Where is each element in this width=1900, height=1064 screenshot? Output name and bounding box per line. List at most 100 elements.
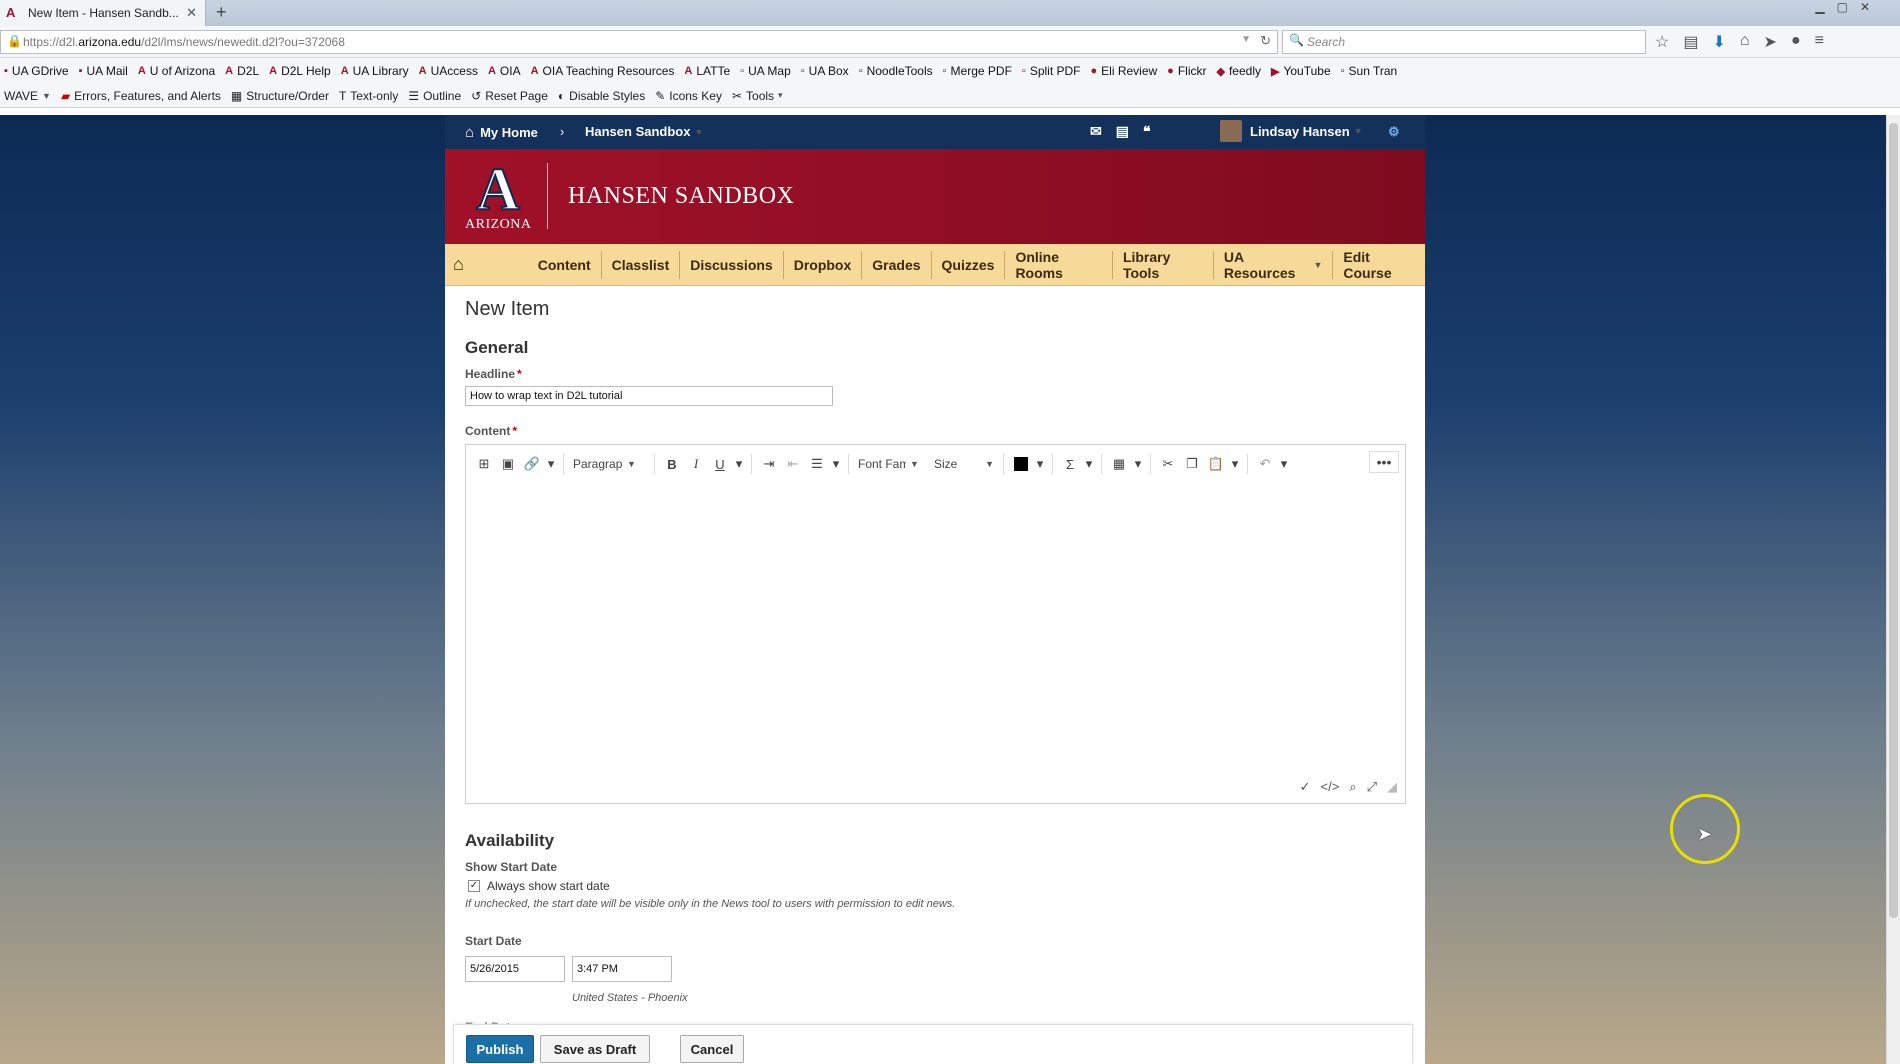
save-draft-button[interactable]: Save as Draft	[540, 1035, 650, 1063]
settings-gear-icon[interactable]: ⚙	[1388, 124, 1400, 140]
nav-quizzes[interactable]: Quizzes	[932, 250, 1006, 279]
insert-table-icon[interactable]: ▦	[1107, 453, 1131, 475]
wave-tool-item[interactable]: ☰ Outline	[408, 89, 461, 103]
close-window-icon[interactable]: ✕	[1860, 0, 1870, 14]
menu-icon[interactable]: ≡	[1815, 32, 1824, 52]
bold-icon[interactable]: B	[660, 453, 684, 475]
chat-icon[interactable]: ●	[1791, 32, 1801, 52]
bookmark-item[interactable]: ▫ UA Map	[740, 64, 791, 78]
bookmark-item[interactable]: ▫ Merge PDF	[943, 64, 1012, 78]
bookmark-item[interactable]: A D2L Help	[269, 64, 331, 78]
indent-icon[interactable]: ⇥	[757, 453, 781, 475]
bookmark-item[interactable]: ▫ UA Box	[801, 64, 849, 78]
maximize-icon[interactable]: ▢	[1837, 0, 1848, 14]
bookmark-item[interactable]: A UA Library	[341, 64, 409, 78]
fullscreen-icon[interactable]: ⤢	[1367, 779, 1377, 795]
url-dropdown-icon[interactable]: ▼	[1241, 34, 1251, 45]
bullet-list-icon[interactable]: ☰	[805, 453, 829, 475]
chevron-down-icon[interactable]: ▾	[829, 453, 843, 475]
close-tab-icon[interactable]: ✕	[186, 5, 197, 21]
font-family-select[interactable]: Font Family▼	[854, 453, 930, 475]
bookmark-item[interactable]: A LATTe	[684, 64, 730, 78]
wave-menu[interactable]: WAVE ▼	[4, 89, 51, 103]
nav-discussions[interactable]: Discussions	[680, 250, 784, 279]
text-color-icon[interactable]	[1009, 453, 1033, 475]
start-date-input[interactable]: 5/26/2015	[465, 956, 565, 982]
chevron-down-icon[interactable]: ▾	[1131, 453, 1145, 475]
source-code-icon[interactable]: </>	[1321, 779, 1340, 795]
scrollbar-thumb[interactable]	[1889, 123, 1898, 918]
chevron-down-icon[interactable]: ▾	[1082, 453, 1096, 475]
subscription-alert-icon[interactable]: ❝	[1143, 123, 1151, 140]
resize-handle-icon[interactable]: ◢	[1387, 779, 1397, 795]
cut-icon[interactable]: ✂	[1156, 453, 1180, 475]
nav-ua-resources[interactable]: UA Resources ▼	[1214, 249, 1334, 281]
nav-edit-course[interactable]: Edit Course	[1333, 249, 1425, 281]
bookmark-item[interactable]: ◆ feedly	[1217, 64, 1262, 78]
outdent-icon[interactable]: ⇤	[781, 453, 805, 475]
bookmark-item[interactable]: ▫ Split PDF	[1022, 64, 1081, 78]
bookmark-item[interactable]: ▫ Sun Tran	[1341, 64, 1398, 78]
bookmark-item[interactable]: A OIA Teaching Resources	[531, 64, 675, 78]
bookmark-item[interactable]: AU of Arizona	[138, 64, 215, 78]
chevron-down-icon[interactable]: ▾	[544, 453, 558, 475]
bookmark-item[interactable]: A UAccess	[419, 64, 478, 78]
start-time-input[interactable]: 3:47 PM	[572, 956, 672, 982]
always-show-start-checkbox[interactable]: ✓	[468, 880, 480, 892]
reload-icon[interactable]: ↻	[1260, 33, 1271, 49]
headline-input[interactable]: How to wrap text in D2L tutorial	[465, 386, 833, 406]
reading-list-icon[interactable]: ▤	[1683, 32, 1698, 52]
nav-content[interactable]: Content	[528, 250, 602, 279]
italic-icon[interactable]: I	[684, 453, 708, 475]
home-icon[interactable]: ⌂	[1740, 32, 1750, 52]
underline-icon[interactable]: U	[708, 453, 732, 475]
paragraph-select[interactable]: Paragraph▼	[569, 453, 649, 475]
bookmark-star-icon[interactable]: ☆	[1655, 32, 1669, 52]
new-tab-button[interactable]: +	[216, 2, 227, 23]
download-icon[interactable]: ⬇	[1712, 32, 1725, 52]
html-editor[interactable]: ⊞ ▣ 🔗 ▾ Paragraph▼ B I U ▾ ⇥ ⇤ ☰ ▾ Font …	[465, 444, 1406, 804]
publish-button[interactable]: Publish	[466, 1035, 534, 1063]
address-bar[interactable]: 🔒 https://d2l. arizona.edu/d2l/lms/news/n…	[0, 30, 1278, 54]
nav-dropbox[interactable]: Dropbox	[784, 250, 863, 279]
browser-search-input[interactable]: 🔍 Search	[1282, 30, 1646, 54]
nav-classlist[interactable]: Classlist	[602, 250, 681, 279]
bookmark-item[interactable]: ▪ UA Mail	[79, 64, 128, 78]
undo-icon[interactable]: ↶	[1253, 453, 1277, 475]
nav-library-tools[interactable]: Library Tools	[1113, 249, 1214, 281]
browser-tab[interactable]: A New Item - Hansen Sandb... ✕	[0, 0, 206, 26]
page-scrollbar[interactable]	[1886, 115, 1900, 1064]
cancel-button[interactable]: Cancel	[680, 1035, 744, 1063]
chevron-down-icon[interactable]: ▾	[1228, 453, 1242, 475]
wave-tool-item[interactable]: ✎ Icons Key	[655, 89, 722, 103]
font-size-select[interactable]: Size ▼	[930, 453, 998, 475]
wave-tool-item[interactable]: ✂ Tools ▾	[732, 89, 783, 103]
bookmark-item[interactable]: ▶ YouTube	[1271, 64, 1331, 78]
bookmark-item[interactable]: A D2L	[225, 64, 259, 78]
chevron-down-icon[interactable]: ▾	[1033, 453, 1047, 475]
copy-icon[interactable]: ❐	[1180, 453, 1204, 475]
nav-online-rooms[interactable]: Online Rooms	[1005, 249, 1113, 281]
paste-icon[interactable]: 📋	[1204, 453, 1228, 475]
wave-tool-item[interactable]: ▰ Errors, Features, and Alerts	[61, 89, 221, 103]
wave-tool-item[interactable]: ↺ Reset Page	[471, 89, 548, 103]
wave-tool-item[interactable]: ◐ Disable Styles	[558, 89, 645, 103]
more-options-icon[interactable]: •••	[1369, 451, 1399, 473]
bookmark-item[interactable]: ▪ UA GDrive	[4, 64, 69, 78]
insert-link-icon[interactable]: 🔗	[520, 453, 544, 475]
nav-grades[interactable]: Grades	[862, 250, 932, 279]
send-icon[interactable]: ➤	[1764, 32, 1777, 52]
wave-tool-item[interactable]: T Text-only	[339, 89, 398, 103]
spellcheck-icon[interactable]: ✓	[1300, 779, 1311, 795]
chevron-down-icon[interactable]: ▾	[732, 453, 746, 475]
user-menu[interactable]: Lindsay Hansen ▼	[1220, 120, 1363, 142]
chevron-down-icon[interactable]: ▾	[1277, 453, 1291, 475]
bookmark-item[interactable]: ▫ NoodleTools	[859, 64, 933, 78]
course-selector[interactable]: Hansen Sandbox ▼	[585, 124, 703, 139]
insert-stuff-icon[interactable]: ⊞	[472, 453, 496, 475]
my-home-link[interactable]: ⌂ My Home	[465, 124, 538, 141]
course-home-icon[interactable]: ⌂	[445, 254, 528, 275]
bookmark-item[interactable]: ● Flickr	[1167, 64, 1206, 78]
insert-image-icon[interactable]: ▣	[496, 453, 520, 475]
bookmark-item[interactable]: ● Eli Review	[1091, 64, 1158, 78]
